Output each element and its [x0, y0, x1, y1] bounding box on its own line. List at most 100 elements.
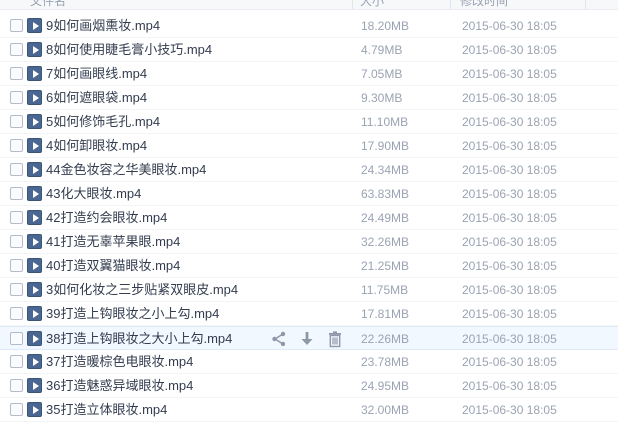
file-size: 24.49MB — [361, 211, 410, 225]
file-row[interactable]: 36打造魅惑异域眼妆.mp4 24.95MB 2015-06-30 18:05 — [0, 374, 618, 398]
column-divider — [585, 0, 586, 9]
file-row[interactable]: 38打造上钩眼妆之大小上勾.mp4 22.26MB 2015-06-30 18:05 — [0, 326, 618, 350]
file-modified-time: 2015-06-30 18:05 — [462, 19, 557, 33]
file-row[interactable]: 43化大眼妆.mp4 63.83MB 2015-06-30 18:05 — [0, 182, 618, 206]
video-file-icon — [27, 402, 42, 417]
row-checkbox[interactable] — [10, 43, 23, 56]
file-name[interactable]: 3如何化妆之三步贴紧双眼皮.mp4 — [46, 282, 238, 298]
file-size: 24.34MB — [361, 163, 410, 177]
row-checkbox[interactable] — [10, 187, 23, 200]
file-row[interactable]: 6如何遮眼袋.mp4 9.30MB 2015-06-30 18:05 — [0, 86, 618, 110]
file-row[interactable]: 7如何画眼线.mp4 7.05MB 2015-06-30 18:05 — [0, 62, 618, 86]
file-name[interactable]: 44金色妆容之华美眼妆.mp4 — [46, 162, 206, 178]
file-size: 18.20MB — [361, 19, 410, 33]
file-modified-time: 2015-06-30 18:05 — [462, 307, 557, 321]
file-name[interactable]: 5如何修饰毛孔.mp4 — [46, 114, 160, 130]
column-header-size[interactable]: 大小 — [360, 0, 384, 9]
file-name[interactable]: 36打造魅惑异域眼妆.mp4 — [46, 378, 193, 394]
file-modified-time: 2015-06-30 18:05 — [462, 235, 557, 249]
file-row[interactable]: 5如何修饰毛孔.mp4 11.10MB 2015-06-30 18:05 — [0, 110, 618, 134]
column-header-name[interactable]: 文件名 — [30, 0, 66, 9]
file-row[interactable]: 4如何卸眼妆.mp4 17.90MB 2015-06-30 18:05 — [0, 134, 618, 158]
file-modified-time: 2015-06-30 18:05 — [462, 379, 557, 393]
file-modified-time: 2015-06-30 18:05 — [462, 91, 557, 105]
video-file-icon — [27, 354, 42, 369]
file-row[interactable]: 9如何画烟熏妆.mp4 18.20MB 2015-06-30 18:05 — [0, 14, 618, 38]
file-name[interactable]: 38打造上钩眼妆之大小上勾.mp4 — [46, 331, 232, 347]
file-name[interactable]: 37打造暖棕色电眼妆.mp4 — [46, 354, 193, 370]
file-name[interactable]: 43化大眼妆.mp4 — [46, 186, 141, 202]
row-checkbox[interactable] — [10, 307, 23, 320]
file-size: 11.75MB — [361, 283, 409, 297]
file-name[interactable]: 39打造上钩眼妆之小上勾.mp4 — [46, 306, 219, 322]
row-checkbox[interactable] — [10, 67, 23, 80]
file-modified-time: 2015-06-30 18:05 — [462, 67, 557, 81]
file-size: 21.25MB — [361, 259, 410, 273]
row-checkbox[interactable] — [10, 283, 23, 296]
column-header-time[interactable]: 修改时间 — [460, 0, 508, 9]
file-size: 22.26MB — [361, 332, 410, 346]
file-size: 24.95MB — [361, 379, 410, 393]
file-name[interactable]: 42打造约会眼妆.mp4 — [46, 210, 167, 226]
file-modified-time: 2015-06-30 18:05 — [462, 355, 557, 369]
row-checkbox[interactable] — [10, 403, 23, 416]
column-divider — [352, 0, 353, 9]
row-checkbox[interactable] — [10, 19, 23, 32]
file-name[interactable]: 7如何画眼线.mp4 — [46, 66, 147, 82]
file-size: 32.00MB — [361, 403, 410, 417]
download-icon[interactable] — [298, 330, 316, 348]
file-size: 23.78MB — [361, 355, 410, 369]
row-checkbox[interactable] — [10, 211, 23, 224]
row-checkbox[interactable] — [10, 332, 23, 345]
row-checkbox[interactable] — [10, 91, 23, 104]
file-name[interactable]: 4如何卸眼妆.mp4 — [46, 138, 147, 154]
file-row[interactable]: 42打造约会眼妆.mp4 24.49MB 2015-06-30 18:05 — [0, 206, 618, 230]
file-modified-time: 2015-06-30 18:05 — [462, 115, 557, 129]
file-modified-time: 2015-06-30 18:05 — [462, 139, 557, 153]
file-row[interactable]: 40打造双翼猫眼妆.mp4 21.25MB 2015-06-30 18:05 — [0, 254, 618, 278]
video-file-icon — [27, 378, 42, 393]
file-modified-time: 2015-06-30 18:05 — [462, 332, 557, 346]
file-name[interactable]: 35打造立体眼妆.mp4 — [46, 402, 167, 418]
file-list-header: 文件名 大小 修改时间 — [0, 0, 618, 10]
row-checkbox[interactable] — [10, 259, 23, 272]
file-row[interactable]: 37打造暖棕色电眼妆.mp4 23.78MB 2015-06-30 18:05 — [0, 350, 618, 374]
file-name[interactable]: 6如何遮眼袋.mp4 — [46, 90, 147, 106]
file-name[interactable]: 8如何使用睫毛膏小技巧.mp4 — [46, 42, 212, 58]
file-row[interactable]: 39打造上钩眼妆之小上勾.mp4 17.81MB 2015-06-30 18:05 — [0, 302, 618, 326]
video-file-icon — [27, 138, 42, 153]
row-checkbox[interactable] — [10, 235, 23, 248]
video-file-icon — [27, 234, 42, 249]
file-name[interactable]: 9如何画烟熏妆.mp4 — [46, 18, 160, 34]
file-name[interactable]: 41打造无辜苹果眼.mp4 — [46, 234, 180, 250]
video-file-icon — [27, 306, 42, 321]
share-icon[interactable] — [270, 330, 288, 348]
file-modified-time: 2015-06-30 18:05 — [462, 187, 557, 201]
file-row[interactable]: 44金色妆容之华美眼妆.mp4 24.34MB 2015-06-30 18:05 — [0, 158, 618, 182]
file-row[interactable]: 41打造无辜苹果眼.mp4 32.26MB 2015-06-30 18:05 — [0, 230, 618, 254]
video-file-icon — [27, 90, 42, 105]
file-row[interactable]: 3如何化妆之三步贴紧双眼皮.mp4 11.75MB 2015-06-30 18:05 — [0, 278, 618, 302]
video-file-icon — [27, 210, 42, 225]
video-file-icon — [27, 42, 42, 57]
file-size: 17.81MB — [361, 307, 410, 321]
row-checkbox[interactable] — [10, 115, 23, 128]
file-modified-time: 2015-06-30 18:05 — [462, 283, 557, 297]
video-file-icon — [27, 258, 42, 273]
trash-icon[interactable] — [326, 330, 344, 348]
row-checkbox[interactable] — [10, 163, 23, 176]
file-modified-time: 2015-06-30 18:05 — [462, 403, 557, 417]
row-checkbox[interactable] — [10, 139, 23, 152]
file-name[interactable]: 40打造双翼猫眼妆.mp4 — [46, 258, 180, 274]
video-file-icon — [27, 186, 42, 201]
column-divider — [450, 0, 451, 9]
file-size: 32.26MB — [361, 235, 410, 249]
video-file-icon — [27, 331, 42, 346]
file-row[interactable]: 35打造立体眼妆.mp4 32.00MB 2015-06-30 18:05 — [0, 398, 618, 422]
video-file-icon — [27, 66, 42, 81]
file-size: 4.79MB — [361, 43, 403, 57]
row-checkbox[interactable] — [10, 379, 23, 392]
file-row[interactable]: 8如何使用睫毛膏小技巧.mp4 4.79MB 2015-06-30 18:05 — [0, 38, 618, 62]
row-checkbox[interactable] — [10, 355, 23, 368]
file-modified-time: 2015-06-30 18:05 — [462, 211, 557, 225]
